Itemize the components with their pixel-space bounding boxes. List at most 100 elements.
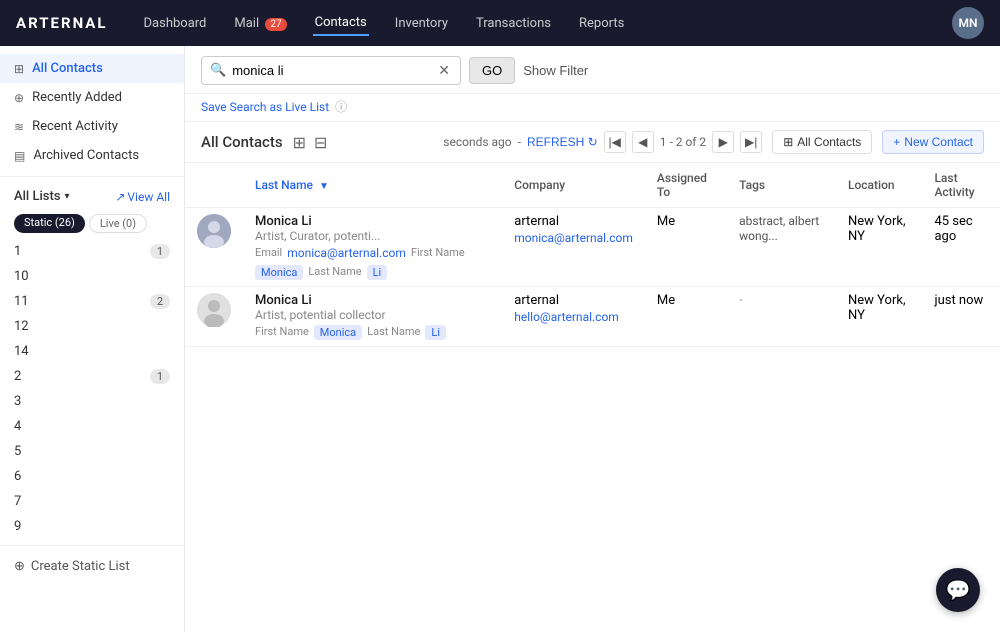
avatar-cell-2 (185, 287, 243, 347)
prev-page-button[interactable]: ◀ (632, 131, 654, 153)
list-item-12[interactable]: 12 (0, 314, 184, 339)
avatar-1 (197, 214, 231, 248)
list-item-5[interactable]: 5 (0, 439, 184, 464)
go-button[interactable]: GO (469, 57, 515, 84)
header-view-icons: ⊞ ⊟ (293, 133, 328, 152)
sidebar-item-all-contacts[interactable]: ⊞ All Contacts (0, 54, 184, 83)
name-cell-2: Monica Li Artist, potential collector Fi… (243, 287, 502, 347)
sidebar-item-archived[interactable]: ▤ Archived Contacts (0, 141, 184, 170)
company-cell-1: arternal monica@arternal.com (502, 208, 645, 287)
list-header: All Contacts ⊞ ⊟ seconds ago - REFRESH ↻… (185, 122, 1000, 163)
list-item-6[interactable]: 6 (0, 464, 184, 489)
name-cell-1: Monica Li Artist, Curator, potenti... Em… (243, 208, 502, 287)
avatar-2 (197, 293, 231, 327)
list-item-7[interactable]: 7 (0, 489, 184, 514)
sidebar-divider-2 (0, 545, 184, 546)
table-row[interactable]: Monica Li Artist, potential collector Fi… (185, 287, 1000, 347)
nav-contacts[interactable]: Contacts (313, 11, 369, 36)
contact-desc-1: Artist, Curator, potenti... (255, 229, 490, 243)
mail-badge: 27 (265, 18, 286, 31)
new-contact-button[interactable]: + New Contact (882, 130, 984, 154)
nav-reports[interactable]: Reports (577, 12, 626, 35)
contact-name-2: Monica Li (255, 293, 490, 308)
list-item-14[interactable]: 14 (0, 339, 184, 364)
refresh-button[interactable]: REFRESH ↻ (527, 135, 598, 149)
main-layout: ⊞ All Contacts ⊕ Recently Added ≋ Recent… (0, 46, 1000, 632)
all-contacts-filter-button[interactable]: ⊞ All Contacts (772, 130, 872, 154)
contacts-grid-icon: ⊞ (783, 135, 793, 149)
list-item-1[interactable]: 1 1 (0, 239, 184, 264)
avatar-cell-1 (185, 208, 243, 287)
tags-cell-1: abstract, albert wong... (727, 208, 836, 287)
first-name-tag-1: Monica (255, 265, 303, 280)
avatar-image-1 (197, 214, 231, 248)
save-search-link[interactable]: Save Search as Live List (201, 100, 329, 114)
sidebar: ⊞ All Contacts ⊕ Recently Added ≋ Recent… (0, 46, 185, 632)
contact-desc-2: Artist, potential collector (255, 308, 490, 322)
list-item-3[interactable]: 3 (0, 389, 184, 414)
grid-view-icon[interactable]: ⊞ (293, 133, 306, 152)
search-input[interactable] (232, 63, 430, 78)
table-row[interactable]: Monica Li Artist, Curator, potenti... Em… (185, 208, 1000, 287)
location-cell-1: New York, NY (836, 208, 922, 287)
main-content: 🔍 ✕ GO Show Filter Save Search as Live L… (185, 46, 1000, 632)
user-avatar[interactable]: MN (952, 7, 984, 39)
list-view-icon[interactable]: ⊟ (314, 133, 327, 152)
company-cell-2: arternal hello@arternal.com (502, 287, 645, 347)
show-filter-button[interactable]: Show Filter (523, 63, 588, 78)
last-name-tag-1: Li (367, 265, 388, 280)
sidebar-item-recent-activity[interactable]: ≋ Recent Activity (0, 112, 184, 141)
live-tab[interactable]: Live (0) (89, 214, 147, 233)
contacts-table: Last Name ▼ Company Assigned To Tags Loc… (185, 163, 1000, 347)
list-item-4[interactable]: 4 (0, 414, 184, 439)
nav-dashboard[interactable]: Dashboard (142, 12, 209, 35)
chevron-down-icon: ▾ (65, 191, 70, 202)
create-static-list-button[interactable]: ⊕ Create Static List (0, 552, 184, 581)
col-tags[interactable]: Tags (727, 163, 836, 208)
col-avatar (185, 163, 243, 208)
timestamp: seconds ago (443, 135, 511, 149)
nav-inventory[interactable]: Inventory (393, 12, 450, 35)
nav-mail[interactable]: Mail 27 (232, 12, 288, 35)
view-all-link[interactable]: ↗View All (115, 190, 170, 204)
static-tab[interactable]: Static (26) (14, 214, 85, 233)
next-page-button[interactable]: ▶ (712, 131, 734, 153)
archived-icon: ▤ (14, 149, 25, 163)
sidebar-divider (0, 176, 184, 177)
last-activity-cell-2: just now (922, 287, 1000, 347)
list-item-2[interactable]: 2 1 (0, 364, 184, 389)
last-name-tag-2: Li (425, 325, 446, 340)
page-range: 1 - 2 of 2 (660, 135, 706, 149)
col-company[interactable]: Company (502, 163, 645, 208)
list-item-9[interactable]: 9 (0, 514, 184, 539)
email-match-tag: monica@arternal.com (287, 246, 406, 260)
col-location[interactable]: Location (836, 163, 922, 208)
all-lists-row: All Lists ▾ ↗View All (0, 183, 184, 210)
all-lists-label[interactable]: All Lists ▾ (14, 189, 70, 204)
list-item-11[interactable]: 11 2 (0, 289, 184, 314)
chat-button[interactable]: 💬 (936, 568, 980, 612)
list-item-10[interactable]: 10 (0, 264, 184, 289)
chat-icon: 💬 (946, 578, 971, 602)
new-contact-icon: + (893, 135, 900, 149)
clear-search-button[interactable]: ✕ (436, 62, 452, 79)
list-title: All Contacts (201, 133, 283, 151)
pagination-info: seconds ago - REFRESH ↻ |◀ ◀ 1 - 2 of 2 … (443, 131, 762, 153)
col-last-activity[interactable]: Last Activity (922, 163, 1000, 208)
contacts-table-wrap: Last Name ▼ Company Assigned To Tags Loc… (185, 163, 1000, 632)
first-page-button[interactable]: |◀ (604, 131, 626, 153)
col-assigned-to[interactable]: Assigned To (645, 163, 727, 208)
recent-activity-icon: ≋ (14, 120, 24, 134)
avatar-placeholder-2 (197, 293, 231, 327)
col-last-name[interactable]: Last Name ▼ (243, 163, 502, 208)
plus-icon: ⊕ (14, 559, 25, 574)
info-icon: ⓘ (335, 98, 347, 115)
last-page-button[interactable]: ▶| (740, 131, 762, 153)
match-tags-2: First Name Monica Last Name Li (255, 325, 490, 340)
search-input-wrap: 🔍 ✕ (201, 56, 461, 85)
search-icon: 🔍 (210, 63, 226, 78)
nav-transactions[interactable]: Transactions (474, 12, 553, 35)
static-live-tabs: Static (26) Live (0) (14, 214, 170, 233)
sidebar-item-recently-added[interactable]: ⊕ Recently Added (0, 83, 184, 112)
save-search-row: Save Search as Live List ⓘ (185, 94, 1000, 122)
